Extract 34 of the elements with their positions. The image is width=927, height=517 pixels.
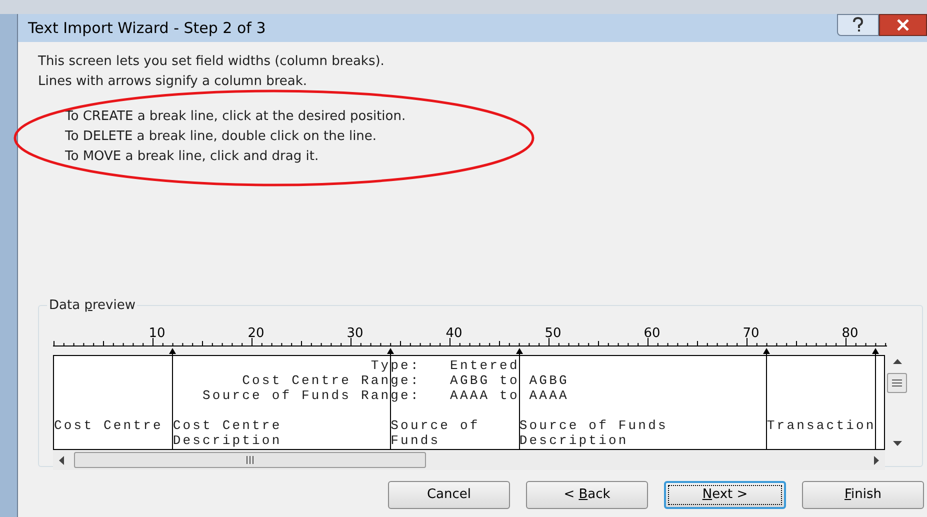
ruler-label: 30 bbox=[346, 326, 364, 341]
ruler-label: 10 bbox=[148, 326, 166, 341]
help-button[interactable] bbox=[837, 14, 879, 36]
wizard-button[interactable]: Next > bbox=[664, 481, 786, 509]
help-icon bbox=[852, 17, 864, 33]
scroll-left-icon bbox=[59, 456, 64, 464]
ruler-label: 50 bbox=[544, 326, 562, 341]
wizard-button[interactable]: < Back bbox=[526, 481, 648, 509]
ruler-label: 40 bbox=[446, 326, 462, 341]
wizard-button[interactable]: Finish bbox=[802, 481, 924, 509]
ruler-label: 60 bbox=[644, 326, 660, 341]
instruction-text: To MOVE a break line, click and drag it. bbox=[65, 148, 320, 166]
ruler-label: 70 bbox=[742, 326, 760, 341]
scroll-up-icon bbox=[892, 359, 902, 364]
intro-text: This screen lets you set field widths (column breaks). bbox=[38, 53, 386, 71]
close-icon bbox=[896, 19, 910, 31]
ruler-label: 80 bbox=[842, 326, 858, 341]
scroll-right-icon bbox=[874, 456, 879, 464]
grip-icon bbox=[892, 379, 902, 387]
preview-line: Description Funds Description bbox=[172, 433, 630, 448]
wizard-button[interactable]: Cancel bbox=[388, 481, 510, 509]
preview-line: Cost Centre Cost Centre Source of Source of Funds Transaction bbox=[54, 418, 877, 433]
close-button[interactable] bbox=[879, 14, 927, 36]
intro-text: Lines with arrows signify a column break. bbox=[38, 73, 308, 91]
horizontal-scrollbar[interactable] bbox=[53, 450, 885, 470]
scroll-thumb[interactable] bbox=[74, 452, 426, 468]
instruction-text: To CREATE a break line, click at the desired position. bbox=[65, 108, 407, 126]
ruler-label: 20 bbox=[248, 326, 264, 341]
instruction-text: To DELETE a break line, double click on the line. bbox=[65, 128, 378, 146]
scroll-thumb[interactable] bbox=[887, 373, 907, 393]
scroll-down-icon bbox=[892, 441, 902, 446]
window-title: Text Import Wizard - Step 2 of 3 bbox=[28, 18, 266, 39]
grip-icon bbox=[246, 456, 254, 464]
column-break-line[interactable] bbox=[872, 348, 880, 450]
